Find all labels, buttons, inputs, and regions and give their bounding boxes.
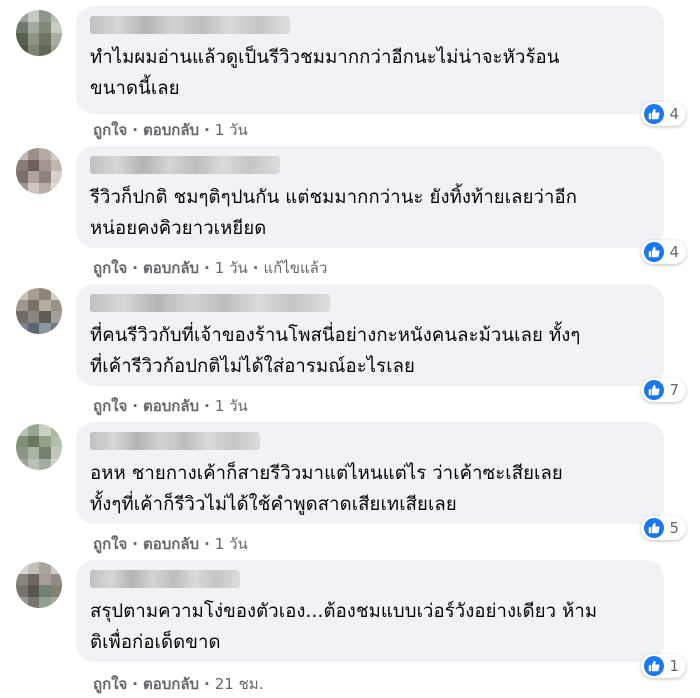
reply-link[interactable]: ตอบกลับ: [143, 535, 199, 553]
avatar[interactable]: [16, 288, 62, 334]
comment-actions: ถูกใจ · ตอบกลับ · 1 วัน · แก้ไขแล้ว: [93, 259, 328, 277]
timestamp[interactable]: 1 วัน: [215, 535, 248, 553]
reaction-number: 5: [669, 519, 679, 537]
reaction-count[interactable]: 4: [641, 240, 686, 264]
comment-actions: ถูกใจ · ตอบกลับ · 21 ชม.: [93, 675, 264, 693]
comment-text: ที่คนรีวิวกับที่เจ้าของร้านโพสนี่อย่างกะ…: [90, 325, 581, 377]
commenter-name-blurred[interactable]: [90, 570, 240, 588]
avatar[interactable]: [16, 148, 62, 194]
reaction-number: 4: [669, 105, 679, 123]
reply-link[interactable]: ตอบกลับ: [143, 675, 199, 693]
reaction-number: 4: [669, 243, 679, 261]
commenter-name-blurred[interactable]: [90, 156, 280, 174]
reaction-count[interactable]: 5: [641, 516, 686, 540]
comment-bubble: สรุปตามความโง่ของตัวเอง...ต้องชมแบบเว่อร…: [76, 560, 664, 662]
timestamp[interactable]: 1 วัน: [215, 121, 248, 139]
comment-bubble: ที่คนรีวิวกับที่เจ้าของร้านโพสนี่อย่างกะ…: [76, 284, 664, 386]
edited-label[interactable]: แก้ไขแล้ว: [263, 259, 327, 277]
reaction-count[interactable]: 4: [641, 102, 686, 126]
like-thumbs-up-icon: [644, 656, 665, 676]
timestamp[interactable]: 21 ชม.: [215, 675, 264, 693]
reply-link[interactable]: ตอบกลับ: [143, 259, 199, 277]
like-thumbs-up-icon: [644, 518, 665, 538]
commenter-name-blurred[interactable]: [90, 16, 290, 34]
comment-text: อหห ชายกางเค้าก็สายรีวิวมาแต่ไหนแต่ไร ว่…: [90, 463, 563, 515]
comment-text: สรุปตามความโง่ของตัวเอง...ต้องชมแบบเว่อร…: [90, 601, 598, 653]
timestamp[interactable]: 1 วัน: [215, 259, 248, 277]
commenter-name-blurred[interactable]: [90, 432, 260, 450]
reaction-count[interactable]: 1: [641, 654, 686, 678]
reaction-number: 7: [669, 381, 679, 399]
comment-actions: ถูกใจ · ตอบกลับ · 1 วัน: [93, 535, 248, 553]
like-thumbs-up-icon: [644, 242, 665, 262]
comment-bubble: ทำไมผมอ่านแล้วดูเป็นรีวิวชมมากกว่าอีกนะไ…: [76, 6, 664, 114]
like-thumbs-up-icon: [644, 380, 665, 400]
comment-bubble: อหห ชายกางเค้าก็สายรีวิวมาแต่ไหนแต่ไร ว่…: [76, 422, 664, 524]
like-thumbs-up-icon: [644, 104, 665, 124]
like-link[interactable]: ถูกใจ: [93, 397, 127, 415]
avatar[interactable]: [16, 562, 62, 608]
avatar[interactable]: [16, 424, 62, 470]
like-link[interactable]: ถูกใจ: [93, 259, 127, 277]
comment-actions: ถูกใจ · ตอบกลับ · 1 วัน: [93, 121, 248, 139]
reply-link[interactable]: ตอบกลับ: [143, 121, 199, 139]
commenter-name-blurred[interactable]: [90, 294, 330, 312]
like-link[interactable]: ถูกใจ: [93, 535, 127, 553]
avatar[interactable]: [16, 10, 62, 56]
comment-bubble: รีวิวก็ปกติ ชมๆติๆปนกัน แต่ชมมากกว่านะ ย…: [76, 146, 664, 248]
comment-text: ทำไมผมอ่านแล้วดูเป็นรีวิวชมมากกว่าอีกนะไ…: [90, 47, 560, 99]
timestamp[interactable]: 1 วัน: [215, 397, 248, 415]
reply-link[interactable]: ตอบกลับ: [143, 397, 199, 415]
reaction-count[interactable]: 7: [641, 378, 686, 402]
like-link[interactable]: ถูกใจ: [93, 675, 127, 693]
reaction-number: 1: [669, 657, 679, 675]
comment-text: รีวิวก็ปกติ ชมๆติๆปนกัน แต่ชมมากกว่านะ ย…: [90, 187, 578, 239]
like-link[interactable]: ถูกใจ: [93, 121, 127, 139]
comment-actions: ถูกใจ · ตอบกลับ · 1 วัน: [93, 397, 248, 415]
